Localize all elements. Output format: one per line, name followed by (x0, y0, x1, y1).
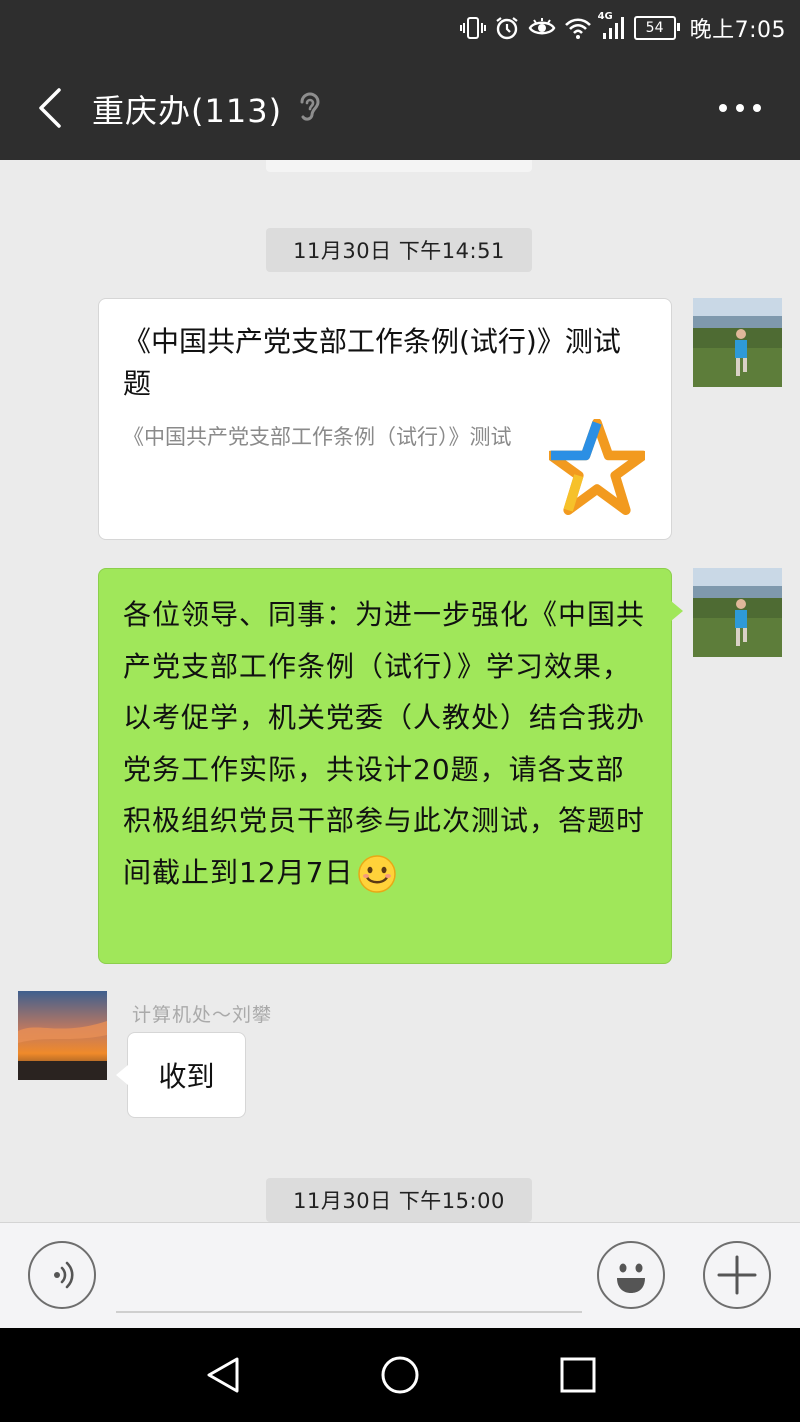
voice-button[interactable] (28, 1241, 96, 1309)
eye-icon (528, 15, 556, 41)
sender-avatar[interactable] (18, 991, 107, 1080)
emoji-button[interactable] (597, 1241, 665, 1309)
emoji-icon (617, 1263, 645, 1293)
back-triangle-icon (207, 1357, 239, 1393)
nav-back-button[interactable] (198, 1350, 248, 1400)
network-label: 4G (597, 11, 613, 22)
message-input[interactable] (116, 1263, 582, 1313)
battery-icon: 54 (633, 16, 680, 40)
chat-title: 重庆办(113) (92, 92, 283, 130)
timestamp-1: 11月30日 下午14:51 (266, 228, 532, 272)
voice-icon (54, 1261, 74, 1289)
signal-4g-icon: 4G (598, 11, 626, 41)
message-text: 各位领导、同事：为进一步强化《中国共产党支部工作条例（试行）》学习效果，以考促学… (123, 589, 653, 898)
wifi-icon (564, 16, 592, 40)
timestamp-2: 11月30日 下午15:00 (266, 1178, 532, 1222)
system-nav-bar (0, 1328, 800, 1422)
battery-level: 54 (645, 20, 664, 36)
vibrate-icon (459, 15, 486, 41)
status-icons: 4G 54 晚上7:05 (459, 0, 786, 56)
chat-header: 重庆办(113) (0, 56, 800, 160)
home-circle-icon (381, 1356, 419, 1394)
incoming-text-message[interactable]: 收到 (116, 1032, 246, 1118)
back-button[interactable] (20, 78, 80, 138)
previous-message-stub (266, 160, 532, 172)
link-card-message[interactable]: 《中国共产党支部工作条例(试行)》测试题 《中国共产党支部工作条例（试行）》测试 (98, 298, 672, 540)
clock-time: 晚上7:05 (689, 18, 786, 43)
status-bar: 4G 54 晚上7:05 (0, 0, 800, 56)
my-avatar[interactable] (693, 298, 782, 387)
more-icon (719, 104, 761, 112)
message-body: 各位领导、同事：为进一步强化《中国共产党支部工作条例（试行）》学习效果，以考促学… (123, 598, 646, 889)
input-bar (0, 1222, 800, 1328)
my-avatar-2[interactable] (693, 568, 782, 657)
smile-emoji-icon (357, 854, 397, 894)
card-description: 《中国共产党支部工作条例（试行）》测试 (123, 425, 512, 449)
my-text-message[interactable]: 各位领导、同事：为进一步强化《中国共产党支部工作条例（试行）》学习效果，以考促学… (98, 568, 683, 964)
plus-icon (717, 1255, 757, 1295)
recents-square-icon (560, 1357, 596, 1393)
sender-name: 计算机处～刘攀 (132, 1004, 273, 1026)
message-list[interactable]: 11月30日 下午14:51 《中国共产党支部工作条例(试行)》测试题 《中国共… (0, 160, 800, 1222)
more-button[interactable] (710, 90, 770, 126)
star-icon (546, 418, 648, 519)
nav-recents-button[interactable] (553, 1350, 603, 1400)
earpiece-mode-icon (296, 90, 324, 130)
nav-home-button[interactable] (375, 1350, 425, 1400)
more-functions-button[interactable] (703, 1241, 771, 1309)
back-icon (39, 88, 61, 128)
card-title: 《中国共产党支部工作条例(试行)》测试题 (123, 325, 621, 400)
alarm-icon (494, 15, 520, 41)
